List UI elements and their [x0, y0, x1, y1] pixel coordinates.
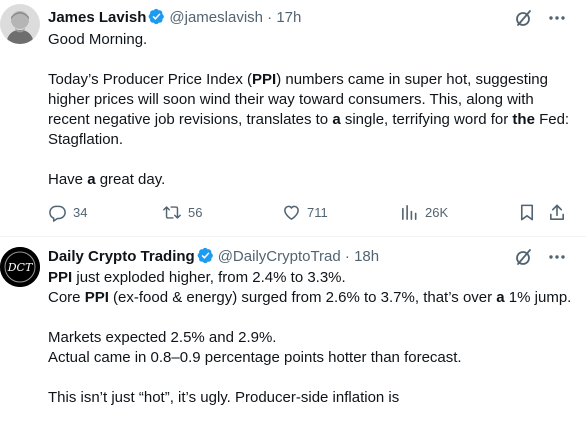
text-bold-ppi: PPI	[48, 269, 73, 286]
more-options-icon[interactable]	[548, 247, 566, 267]
like-button[interactable]: 711	[282, 202, 328, 222]
tweet-text: Good Morning. Today’s Producer Price Ind…	[48, 30, 578, 190]
repost-count: 56	[188, 204, 203, 220]
text-bold-ppi: PPI	[252, 71, 277, 88]
avatar[interactable]: DCT	[0, 247, 40, 287]
text-span: Today’s Producer Price Index (	[48, 71, 252, 88]
repost-icon	[163, 205, 181, 219]
tweet-actions-bar: 34 56 711 26K	[48, 202, 568, 222]
reply-count: 34	[73, 204, 88, 220]
dct-logo-icon: DCT	[0, 247, 40, 287]
repost-button[interactable]: 56	[162, 202, 202, 222]
text-span: single, terrifying word for	[340, 111, 513, 128]
author-handle[interactable]: @jameslavish	[169, 9, 263, 26]
reply-icon	[49, 205, 66, 222]
view-count: 26K	[425, 204, 449, 220]
text-bold: the	[512, 111, 535, 128]
text-span: Have	[48, 171, 88, 188]
text-span: just exploded higher, from 2.4% to 3.3%.	[72, 269, 346, 286]
author-name[interactable]: James Lavish	[48, 9, 146, 26]
text-span: This isn’t just “hot”, it’s ugly. Produc…	[48, 389, 400, 406]
share-button[interactable]	[548, 202, 566, 222]
like-count: 711	[307, 204, 328, 220]
avatar-logo-text: DCT	[7, 261, 34, 274]
tweet-header-actions	[514, 247, 566, 267]
tweet-header: Daily Crypto Trading @DailyCryptoTrad · 1…	[48, 247, 379, 267]
author-name[interactable]: Daily Crypto Trading	[48, 248, 195, 265]
verified-badge-icon[interactable]	[148, 8, 165, 25]
tweet-greeting: Good Morning.	[48, 31, 148, 48]
text-bold: a	[496, 289, 505, 306]
tweet-text: PPI just exploded higher, from 2.4% to 3…	[48, 268, 578, 408]
tweet-header-actions	[514, 8, 566, 28]
separator-dot: ·	[267, 9, 273, 26]
heart-icon	[284, 205, 299, 220]
text-bold: a	[87, 171, 96, 188]
timestamp[interactable]: 17h	[276, 9, 301, 26]
share-icon	[550, 204, 564, 220]
analytics-icon	[402, 204, 417, 220]
avatar[interactable]	[0, 4, 40, 44]
separator-dot: ·	[344, 248, 350, 265]
tweet-header: James Lavish @jameslavish · 17h	[48, 8, 301, 28]
avatar-photo-icon	[0, 4, 40, 44]
bookmark-button[interactable]	[518, 202, 536, 222]
text-span: (ex-food & energy) surged from 2.6% to 3…	[108, 289, 497, 306]
grok-icon[interactable]	[514, 8, 534, 28]
reply-button[interactable]: 34	[48, 202, 87, 222]
grok-icon[interactable]	[514, 247, 534, 267]
text-span: Actual came in 0.8–0.9 percentage points…	[48, 349, 462, 366]
timestamp[interactable]: 18h	[354, 248, 379, 265]
more-options-icon[interactable]	[548, 8, 566, 28]
text-span: Markets expected 2.5% and 2.9%.	[48, 329, 277, 346]
views-button[interactable]: 26K	[400, 202, 448, 222]
verified-badge-icon[interactable]	[197, 247, 214, 264]
text-bold: a	[332, 111, 341, 128]
text-span: 1% jump.	[504, 289, 572, 306]
text-bold-ppi: PPI	[84, 289, 109, 306]
author-handle[interactable]: @DailyCryptoTrad	[218, 248, 341, 265]
bookmark-icon	[520, 204, 534, 220]
text-span: great day.	[95, 171, 166, 188]
text-span: Core	[48, 289, 85, 306]
